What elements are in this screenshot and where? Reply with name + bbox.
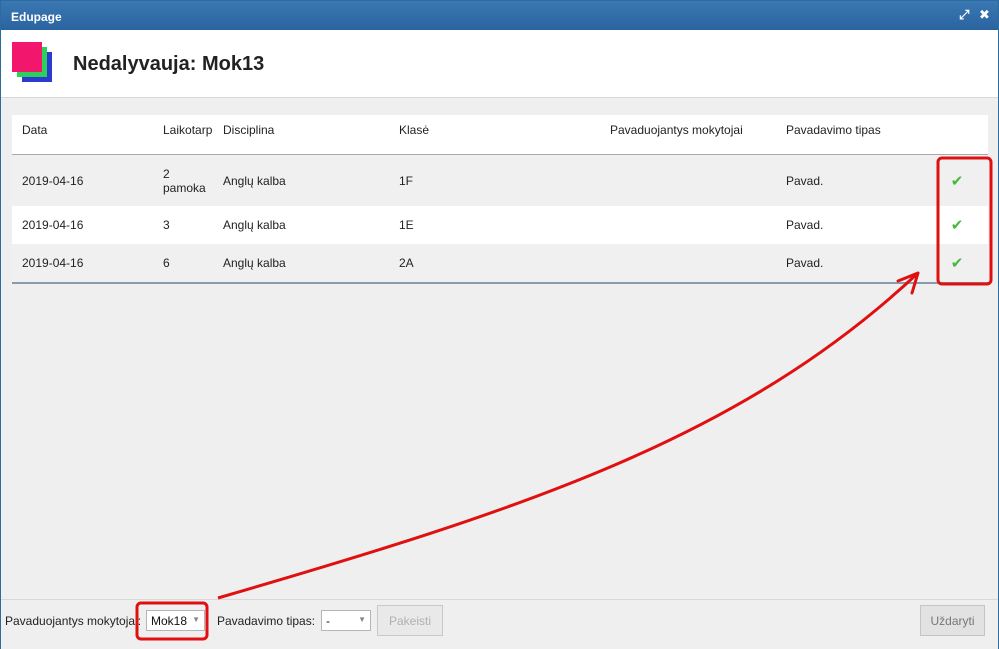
table-header: Data Laikotarp Disciplina Klasė Pavaduoj… (12, 115, 988, 155)
cell-date: 2019-04-16 (22, 218, 84, 232)
column-header-subject[interactable]: Disciplina (223, 115, 393, 154)
cell-period: 3 (163, 218, 170, 232)
column-header-date[interactable]: Data (22, 115, 162, 154)
chevron-down-icon: ▼ (192, 615, 200, 624)
table-row[interactable]: 2019-04-16 3 Anglų kalba 1E Pavad. ✔ (12, 206, 988, 244)
column-header-period[interactable]: Laikotarp (163, 115, 215, 154)
cell-date: 2019-04-16 (22, 173, 84, 188)
cell-subject: Anglų kalba (223, 256, 286, 270)
type-label: Pavadavimo tipas: (217, 614, 316, 628)
check-icon[interactable]: ✔ (932, 155, 982, 206)
cell-subject: Anglų kalba (223, 173, 286, 188)
page-title: Nedalyvauja: Mok13 (73, 53, 265, 75)
cell-teachers (610, 244, 785, 282)
cell-date: 2019-04-16 (22, 256, 84, 270)
maximize-icon[interactable]: ⤢ (959, 7, 969, 23)
cell-class: 2A (399, 256, 414, 270)
teacher-select-value: Mok18 (151, 614, 188, 628)
cell-period: 2 pamoka (163, 166, 206, 195)
cell-teachers (610, 206, 785, 244)
cell-class: 1E (399, 218, 414, 232)
teacher-label: Pavaduojantys mokytojai: (5, 614, 142, 628)
edupage-dialog: Edupage ⤢ ✖ Nedalyvauja: Mok13 Data Laik… (0, 0, 999, 649)
chevron-down-icon: ▼ (358, 615, 366, 624)
column-header-type[interactable]: Pavadavimo tipas (786, 115, 926, 154)
cell-subject: Anglų kalba (223, 218, 286, 232)
column-header-teachers[interactable]: Pavaduojantys mokytojai (610, 115, 785, 154)
cell-type: Pavad. (786, 173, 824, 188)
app-logo-icon (12, 42, 56, 86)
title-bar[interactable]: Edupage ⤢ ✖ (1, 1, 998, 30)
substitution-table: Data Laikotarp Disciplina Klasė Pavaduoj… (12, 115, 988, 284)
table-row[interactable]: 2019-04-16 2 pamoka Anglų kalba 1F Pavad… (12, 155, 988, 206)
check-icon[interactable]: ✔ (932, 206, 982, 244)
dialog-footer: Pavaduojantys mokytojai: Mok18 ▼ Pavadav… (1, 599, 998, 649)
cell-period: 6 (163, 256, 170, 270)
close-button[interactable]: Uždaryti (920, 605, 985, 636)
column-header-class[interactable]: Klasė (399, 115, 599, 154)
table-row[interactable]: 2019-04-16 6 Anglų kalba 2A Pavad. ✔ (12, 244, 988, 284)
dialog-header: Nedalyvauja: Mok13 (1, 30, 998, 98)
type-select[interactable]: - ▼ (321, 610, 371, 631)
cell-class: 1F (399, 173, 414, 188)
teacher-select[interactable]: Mok18 ▼ (146, 610, 205, 631)
type-select-value: - (326, 614, 330, 628)
cell-type: Pavad. (786, 218, 824, 232)
close-icon[interactable]: ✖ (979, 7, 990, 23)
cell-teachers (610, 155, 785, 206)
check-icon[interactable]: ✔ (932, 244, 982, 282)
change-button[interactable]: Pakeisti (377, 605, 443, 636)
cell-type: Pavad. (786, 256, 824, 270)
window-title: Edupage (11, 10, 62, 24)
